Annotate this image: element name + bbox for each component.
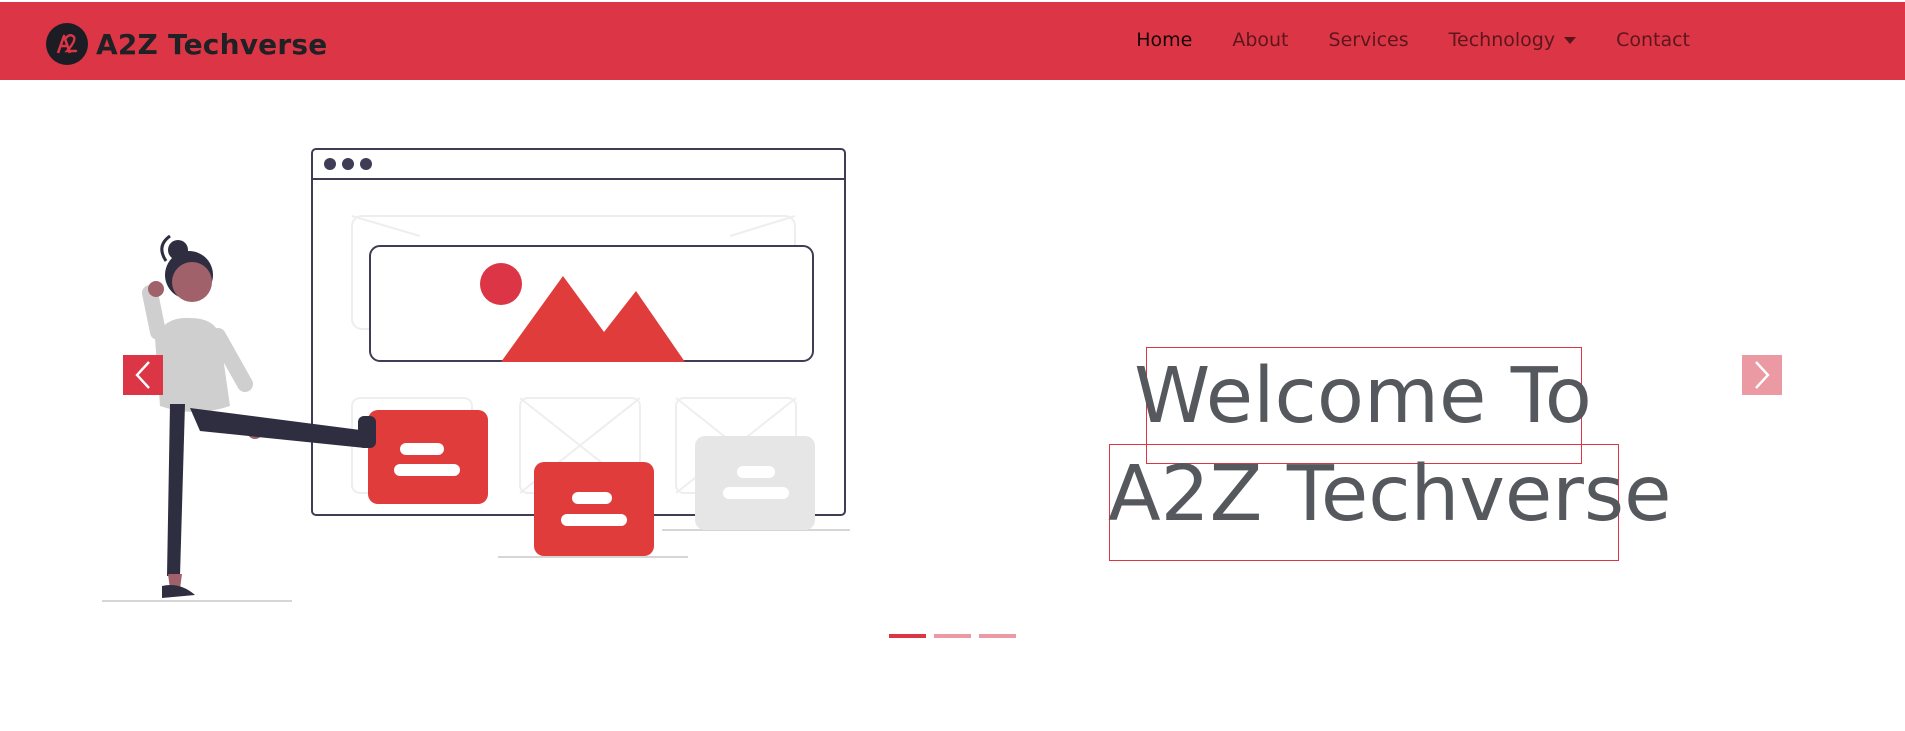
main-nav: Home About Services Technology Contact: [1096, 29, 1690, 51]
chevron-right-icon: [1755, 361, 1770, 389]
carousel-next-button[interactable]: [1742, 355, 1782, 395]
headline-line-1: Welcome To: [1134, 352, 1592, 441]
nav-home-link[interactable]: Home: [1136, 29, 1192, 51]
nav-technology-label: Technology: [1448, 29, 1556, 51]
headline-line-2: A2Z Techverse: [1108, 450, 1672, 539]
carousel-indicators: [889, 634, 1024, 638]
brand-link[interactable]: A2Z Techverse: [46, 22, 327, 66]
carousel-indicator-2[interactable]: [934, 634, 971, 638]
top-navbar: A2Z Techverse Home About Services Techno…: [0, 0, 1905, 80]
caret-down-icon: [1564, 36, 1577, 44]
a2z-logo-icon: [46, 23, 88, 65]
carousel-prev-button[interactable]: [123, 355, 163, 395]
carousel-indicator-3[interactable]: [979, 634, 1016, 638]
chevron-left-icon: [135, 361, 150, 389]
nav-about-link[interactable]: About: [1232, 29, 1288, 51]
nav-contact-link[interactable]: Contact: [1616, 29, 1690, 51]
hero-headline: Welcome To A2Z Techverse: [1108, 348, 1672, 544]
nav-technology-dropdown[interactable]: Technology: [1448, 29, 1577, 51]
carousel-indicator-1[interactable]: [889, 634, 926, 638]
brand-name: A2Z Techverse: [96, 27, 328, 61]
nav-services-link[interactable]: Services: [1329, 29, 1409, 51]
hero-illustration: [102, 148, 850, 602]
